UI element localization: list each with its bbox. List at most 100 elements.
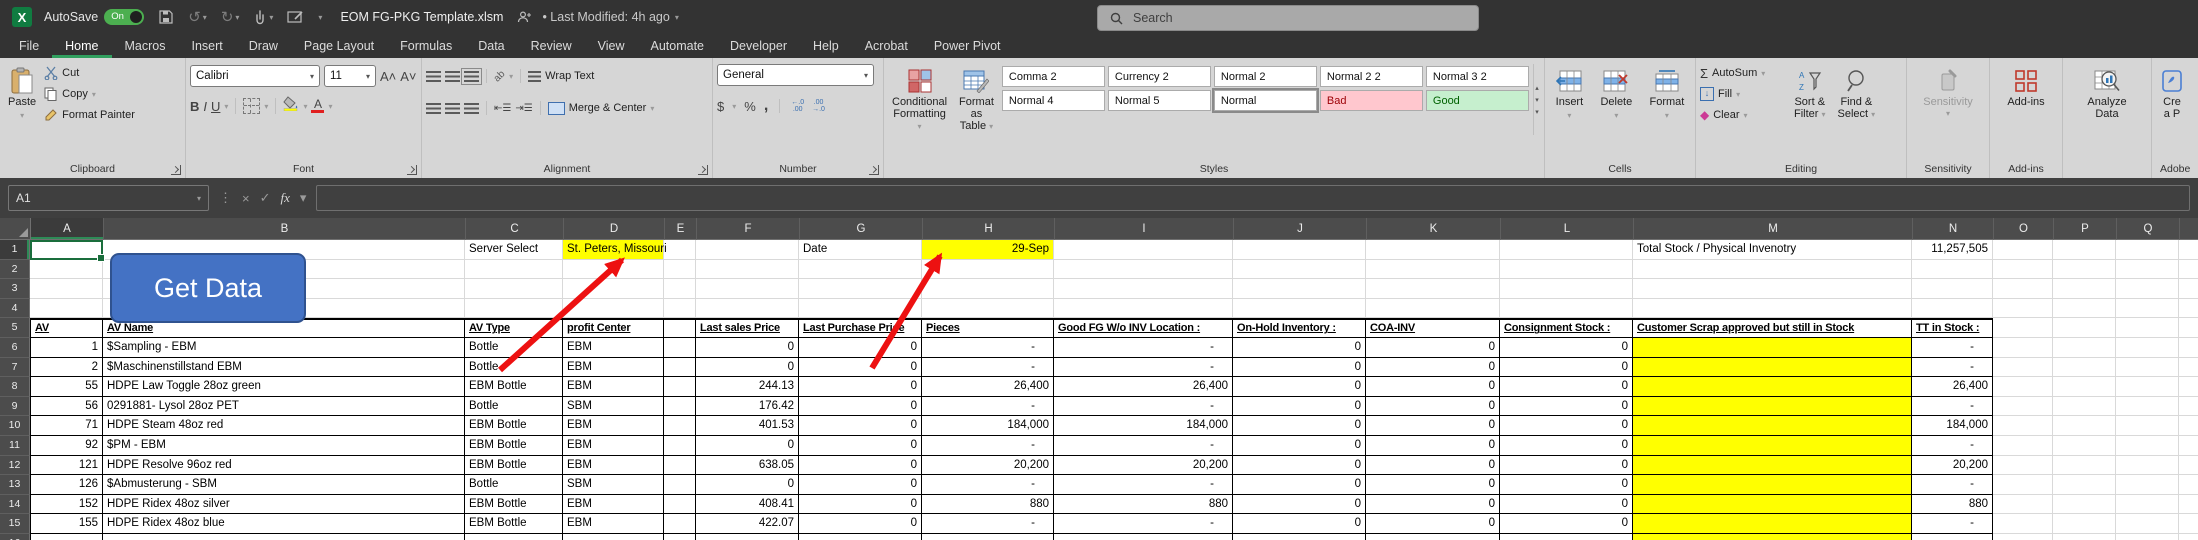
bold-button[interactable]: B bbox=[190, 99, 199, 114]
cell-J11[interactable]: 0 bbox=[1233, 436, 1366, 456]
cell-A9[interactable]: 56 bbox=[30, 397, 103, 417]
column-header-H[interactable]: H bbox=[923, 218, 1055, 240]
cell-X13[interactable] bbox=[2179, 475, 2198, 495]
tab-review[interactable]: Review bbox=[518, 34, 585, 58]
column-header-A[interactable]: A bbox=[31, 218, 104, 240]
cell-O16[interactable] bbox=[1993, 534, 2053, 540]
align-right-icon[interactable] bbox=[464, 103, 479, 114]
style-normal-2-2[interactable]: Normal 2 2 bbox=[1320, 66, 1423, 87]
cell-J6[interactable]: 0 bbox=[1233, 338, 1366, 358]
style-bad[interactable]: Bad bbox=[1320, 90, 1423, 111]
touch-mode-icon[interactable]: ▾ bbox=[253, 9, 273, 25]
cell-N5[interactable]: TT in Stock : bbox=[1912, 318, 1993, 338]
column-header-I[interactable]: I bbox=[1055, 218, 1234, 240]
cell-O10[interactable] bbox=[1993, 416, 2053, 436]
formula-input[interactable] bbox=[316, 185, 2190, 211]
cell-B13[interactable]: $Abmusterung - SBM bbox=[103, 475, 465, 495]
cell-O8[interactable] bbox=[1993, 377, 2053, 397]
cell-F8[interactable]: 244.13 bbox=[696, 377, 799, 397]
cell-C14[interactable]: EBM Bottle bbox=[465, 495, 563, 515]
cell-I1[interactable] bbox=[1054, 240, 1233, 260]
tab-automate[interactable]: Automate bbox=[638, 34, 718, 58]
borders-icon[interactable] bbox=[243, 98, 260, 114]
cell-I6[interactable]: - bbox=[1054, 338, 1233, 358]
cell-H15[interactable]: - bbox=[922, 514, 1054, 534]
cell-D14[interactable]: EBM bbox=[563, 495, 664, 515]
cell-F16[interactable] bbox=[696, 534, 799, 540]
column-header-N[interactable]: N bbox=[1913, 218, 1994, 240]
cell-D2[interactable] bbox=[563, 260, 664, 280]
cell-F1[interactable] bbox=[696, 240, 799, 260]
row-header-5[interactable]: 5 bbox=[0, 318, 30, 338]
cell-M3[interactable] bbox=[1633, 279, 1912, 299]
cell-M6[interactable] bbox=[1633, 338, 1912, 358]
tab-home[interactable]: Home bbox=[52, 34, 111, 58]
cell-H5[interactable]: Pieces bbox=[922, 318, 1054, 338]
cell-Q4[interactable] bbox=[2116, 299, 2179, 319]
cell-L15[interactable]: 0 bbox=[1500, 514, 1633, 534]
cell-D9[interactable]: SBM bbox=[563, 397, 664, 417]
cell-X2[interactable] bbox=[2179, 260, 2198, 280]
cell-X15[interactable] bbox=[2179, 514, 2198, 534]
cell-G6[interactable]: 0 bbox=[799, 338, 922, 358]
cell-Q6[interactable] bbox=[2116, 338, 2179, 358]
share-person-icon[interactable] bbox=[517, 10, 532, 24]
cell-G11[interactable]: 0 bbox=[799, 436, 922, 456]
column-header-E[interactable]: E bbox=[665, 218, 697, 240]
cell-D13[interactable]: SBM bbox=[563, 475, 664, 495]
cell-Q10[interactable] bbox=[2116, 416, 2179, 436]
cell-G12[interactable]: 0 bbox=[799, 456, 922, 476]
cell-M2[interactable] bbox=[1633, 260, 1912, 280]
fill-color-icon[interactable] bbox=[283, 96, 299, 116]
cell-X7[interactable] bbox=[2179, 358, 2198, 378]
number-dialog-launcher[interactable] bbox=[869, 165, 879, 175]
cell-F13[interactable]: 0 bbox=[696, 475, 799, 495]
column-header-partial[interactable] bbox=[2180, 218, 2198, 240]
cell-I12[interactable]: 20,200 bbox=[1054, 456, 1233, 476]
cell-N15[interactable]: - bbox=[1912, 514, 1993, 534]
cell-L9[interactable]: 0 bbox=[1500, 397, 1633, 417]
orientation-icon[interactable]: ab bbox=[492, 68, 508, 84]
cell-A5[interactable]: AV bbox=[30, 318, 103, 338]
cell-K8[interactable]: 0 bbox=[1366, 377, 1500, 397]
column-header-P[interactable]: P bbox=[2054, 218, 2117, 240]
align-left-icon[interactable] bbox=[426, 103, 441, 114]
cell-P1[interactable] bbox=[2053, 240, 2116, 260]
ink-editor-icon[interactable] bbox=[287, 10, 304, 25]
cell-B8[interactable]: HDPE Law Toggle 28oz green bbox=[103, 377, 465, 397]
cell-Q7[interactable] bbox=[2116, 358, 2179, 378]
tab-help[interactable]: Help bbox=[800, 34, 852, 58]
accounting-dropdown[interactable]: ▾ bbox=[732, 102, 736, 111]
cell-A12[interactable]: 121 bbox=[30, 456, 103, 476]
cell-J15[interactable]: 0 bbox=[1233, 514, 1366, 534]
cell-X6[interactable] bbox=[2179, 338, 2198, 358]
cell-L3[interactable] bbox=[1500, 279, 1633, 299]
cell-I3[interactable] bbox=[1054, 279, 1233, 299]
format-painter-button[interactable]: Format Painter bbox=[44, 106, 135, 124]
cell-H1[interactable]: 29-Sep bbox=[922, 240, 1054, 260]
cell-E2[interactable] bbox=[664, 260, 696, 280]
borders-dropdown[interactable]: ▾ bbox=[264, 102, 268, 111]
cell-G5[interactable]: Last Purchase Price bbox=[799, 318, 922, 338]
underline-dropdown[interactable]: ▾ bbox=[224, 102, 228, 111]
accounting-format-icon[interactable]: $ bbox=[717, 99, 724, 114]
cell-C4[interactable] bbox=[465, 299, 563, 319]
cell-Q12[interactable] bbox=[2116, 456, 2179, 476]
cell-O14[interactable] bbox=[1993, 495, 2053, 515]
style-good[interactable]: Good bbox=[1426, 90, 1529, 111]
delete-cells-button[interactable]: Delete▾ bbox=[1596, 64, 1636, 124]
cell-F11[interactable]: 0 bbox=[696, 436, 799, 456]
style-comma-2[interactable]: Comma 2 bbox=[1002, 66, 1105, 87]
cell-K16[interactable] bbox=[1366, 534, 1500, 540]
cell-B12[interactable]: HDPE Resolve 96oz red bbox=[103, 456, 465, 476]
cell-L7[interactable]: 0 bbox=[1500, 358, 1633, 378]
cell-B7[interactable]: $Maschinenstillstand EBM bbox=[103, 358, 465, 378]
cell-F5[interactable]: Last sales Price bbox=[696, 318, 799, 338]
cell-P4[interactable] bbox=[2053, 299, 2116, 319]
column-header-D[interactable]: D bbox=[564, 218, 665, 240]
cell-A1[interactable] bbox=[30, 240, 103, 260]
column-header-O[interactable]: O bbox=[1994, 218, 2054, 240]
analyze-data-button[interactable]: Analyze Data bbox=[2083, 64, 2130, 122]
gallery-more-icon[interactable]: ▾ bbox=[1535, 108, 1539, 116]
cell-X11[interactable] bbox=[2179, 436, 2198, 456]
